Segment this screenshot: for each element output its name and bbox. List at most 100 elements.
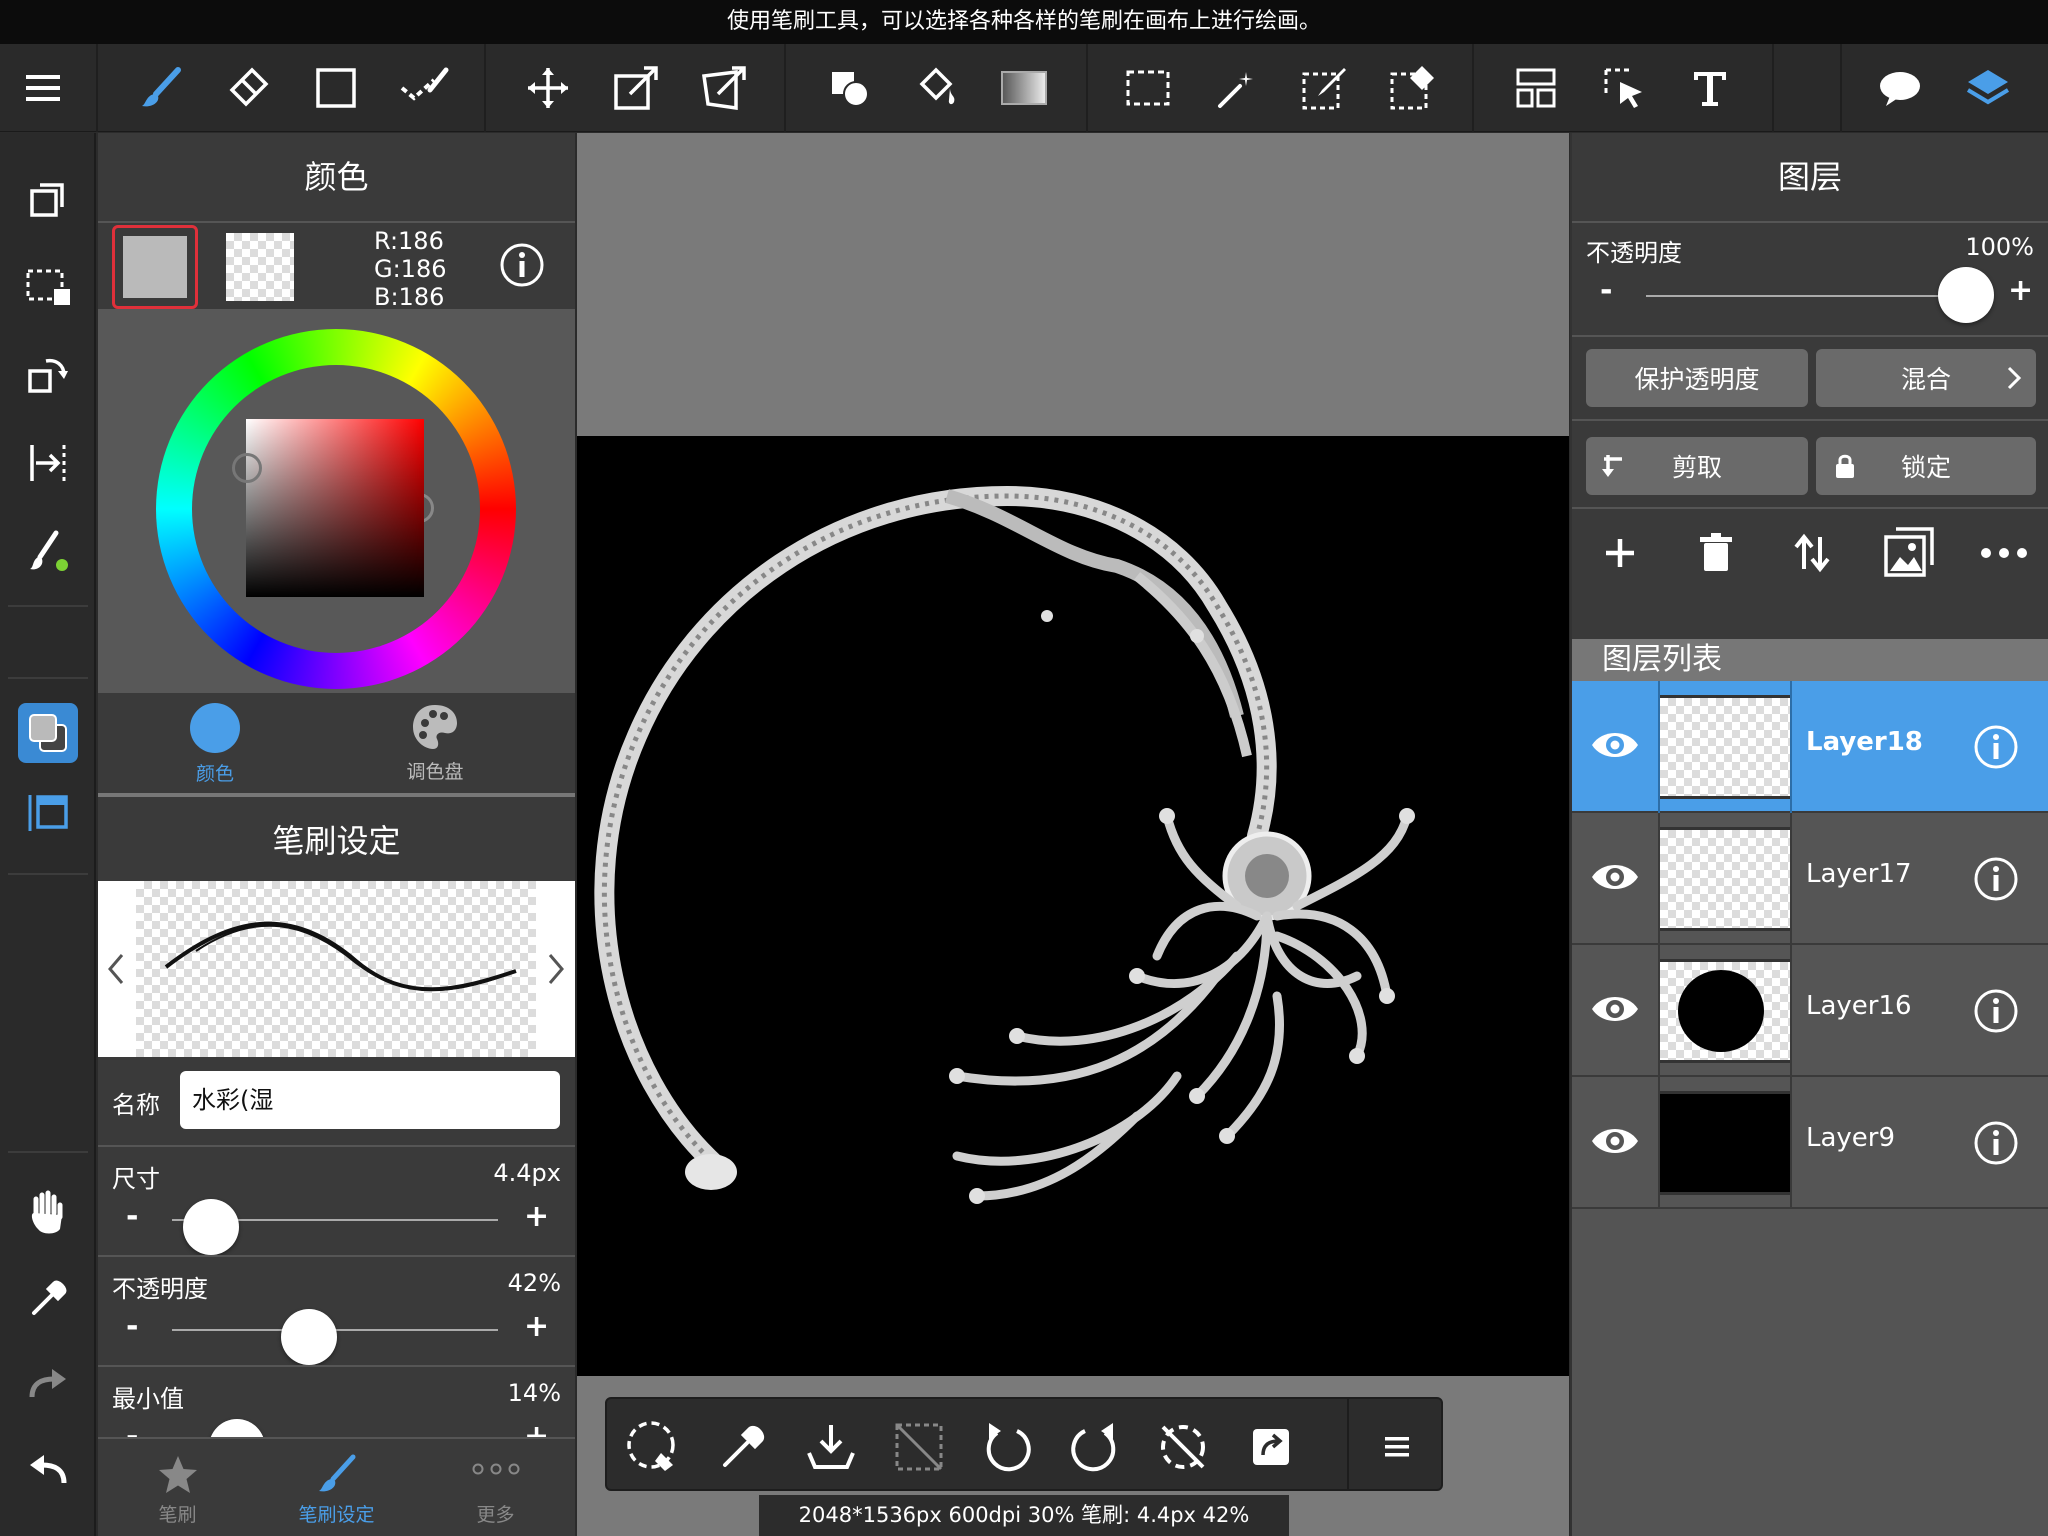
layer-opacity-increase-button[interactable]: + <box>2008 273 2033 308</box>
delete-layer-icon[interactable] <box>1692 529 1740 577</box>
visibility-eye-icon[interactable] <box>1590 991 1640 1027</box>
layer-options-area: 保护透明度 混合 剪取 锁定 <box>1572 335 2048 639</box>
select-pen-icon[interactable] <box>1298 62 1350 114</box>
primary-color-swatch[interactable] <box>112 225 198 309</box>
next-brush-icon[interactable] <box>546 949 568 989</box>
lock-label: 锁定 <box>1900 453 1951 482</box>
drawing-canvas[interactable] <box>577 436 1569 1376</box>
min-slider-row: 最小值 14% - + <box>98 1365 575 1437</box>
layer-opacity-knob[interactable] <box>1938 267 1994 323</box>
undo-icon[interactable] <box>22 1445 74 1497</box>
frame-icon[interactable] <box>22 787 74 839</box>
layer-row-16[interactable]: Layer16 <box>1572 945 2048 1077</box>
quick-eyedropper-icon[interactable] <box>715 1419 771 1475</box>
brush-settings-icon[interactable] <box>22 525 74 577</box>
correction-icon[interactable] <box>398 62 450 114</box>
layer-info-icon[interactable] <box>1974 989 2018 1033</box>
hand-icon[interactable] <box>22 1187 74 1239</box>
visibility-eye-icon[interactable] <box>1590 859 1640 895</box>
quick-menu-icon[interactable] <box>1377 1427 1417 1467</box>
min-decrease-button[interactable]: - <box>126 1419 138 1437</box>
move-icon[interactable] <box>522 62 574 114</box>
layer-info-icon[interactable] <box>1974 725 2018 769</box>
redo-icon[interactable] <box>22 1359 74 1411</box>
eyedropper-icon[interactable] <box>22 1273 74 1325</box>
size-increase-button[interactable]: + <box>524 1199 549 1234</box>
tab-brush-settings[interactable]: 笔刷设定 <box>257 1439 416 1535</box>
gradient-icon[interactable] <box>998 62 1050 114</box>
previous-brush-icon[interactable] <box>104 949 126 989</box>
save-icon[interactable] <box>803 1419 859 1475</box>
layer-opacity-track[interactable] <box>1646 295 1966 297</box>
flip-icon[interactable] <box>22 437 74 489</box>
layer-row-18[interactable]: Layer18 <box>1572 681 2048 813</box>
blend-mode-button[interactable]: 混合 <box>1816 349 2036 407</box>
color-panel-title: 颜色 <box>98 133 575 221</box>
rectangle-shape-icon[interactable] <box>310 62 362 114</box>
layer-row-9[interactable]: Layer9 <box>1572 1077 2048 1209</box>
menu-icon[interactable] <box>18 62 70 114</box>
saturation-value-square[interactable] <box>232 419 424 597</box>
select-icon[interactable] <box>22 261 74 313</box>
select-eraser-icon[interactable] <box>1386 62 1438 114</box>
brush-icon[interactable] <box>134 62 186 114</box>
tab-more[interactable]: 更多 <box>416 1439 575 1535</box>
frame-divider-icon[interactable] <box>1510 62 1562 114</box>
layers-icon[interactable] <box>1962 62 2014 114</box>
layer-info-icon[interactable] <box>1974 857 2018 901</box>
fill-shape-icon[interactable] <box>824 62 876 114</box>
layer-row-17[interactable]: Layer17 <box>1572 813 2048 945</box>
share-icon[interactable] <box>1243 1419 1299 1475</box>
visibility-eye-icon[interactable] <box>1590 727 1640 763</box>
bucket-icon[interactable] <box>910 62 962 114</box>
layer-thumbnail <box>1660 827 1790 931</box>
visibility-eye-icon[interactable] <box>1590 1123 1640 1159</box>
brush-stroke-preview <box>136 881 536 1057</box>
rect-select-icon[interactable] <box>1122 62 1174 114</box>
layer-opacity-row: 不透明度 100% - + <box>1572 221 2048 335</box>
secondary-color-swatch[interactable] <box>226 233 294 301</box>
rotate-right-icon[interactable] <box>1067 1419 1123 1475</box>
lock-button[interactable]: 锁定 <box>1816 437 2036 495</box>
tab-brush[interactable]: 笔刷 <box>98 1439 257 1535</box>
transform-icon[interactable] <box>610 62 662 114</box>
layer-name: Layer18 <box>1806 727 1923 757</box>
min-increase-button[interactable]: + <box>524 1419 549 1437</box>
color-circle-icon <box>190 703 240 753</box>
magic-wand-icon[interactable] <box>1210 62 1262 114</box>
deselect-icon[interactable] <box>891 1419 947 1475</box>
brush-opacity-knob[interactable] <box>280 1309 337 1365</box>
copy-layer-icon[interactable] <box>22 173 74 225</box>
comment-icon[interactable] <box>1874 62 1926 114</box>
color-panel: 颜色 R:186 G:186 B:186 颜色 调色盘 <box>98 133 575 793</box>
color-icon[interactable] <box>18 703 78 763</box>
rotate-left-icon[interactable] <box>979 1419 1035 1475</box>
layer-opacity-decrease-button[interactable]: - <box>1600 273 1612 308</box>
hint-bar: 使用笔刷工具，可以选择各种各样的笔刷在画布上进行绘画。 <box>0 0 2048 44</box>
rotate-icon[interactable] <box>22 349 74 401</box>
clear-icon[interactable] <box>1155 1419 1211 1475</box>
operation-icon[interactable] <box>1598 62 1650 114</box>
clipping-button[interactable]: 剪取 <box>1586 437 1808 495</box>
tab-color[interactable]: 颜色 <box>160 693 270 789</box>
canvas-area[interactable]: 2048*1536px 600dpi 30% 笔刷: 4.4px 42% <box>577 133 1569 1536</box>
info-icon[interactable] <box>500 243 544 287</box>
text-icon[interactable] <box>1684 62 1736 114</box>
reorder-layer-icon[interactable] <box>1788 529 1836 577</box>
size-slider-knob[interactable] <box>183 1199 240 1255</box>
opacity-decrease-button[interactable]: - <box>126 1309 138 1344</box>
layer-info-icon[interactable] <box>1974 1121 2018 1165</box>
eraser-icon[interactable] <box>222 62 274 114</box>
import-image-icon[interactable] <box>1882 523 1938 579</box>
tab-palette[interactable]: 调色盘 <box>380 693 490 789</box>
saturation-value-handle[interactable] <box>232 453 262 483</box>
deform-icon[interactable] <box>698 62 750 114</box>
more-options-icon[interactable] <box>1978 541 2030 565</box>
lasso-fill-icon[interactable] <box>625 1419 681 1475</box>
opacity-increase-button[interactable]: + <box>524 1309 549 1344</box>
size-decrease-button[interactable]: - <box>126 1199 138 1234</box>
min-slider-knob[interactable] <box>209 1419 266 1437</box>
add-layer-icon[interactable] <box>1596 529 1644 577</box>
protect-alpha-button[interactable]: 保护透明度 <box>1586 349 1808 407</box>
brush-name-field[interactable]: 水彩(湿 <box>180 1071 560 1129</box>
